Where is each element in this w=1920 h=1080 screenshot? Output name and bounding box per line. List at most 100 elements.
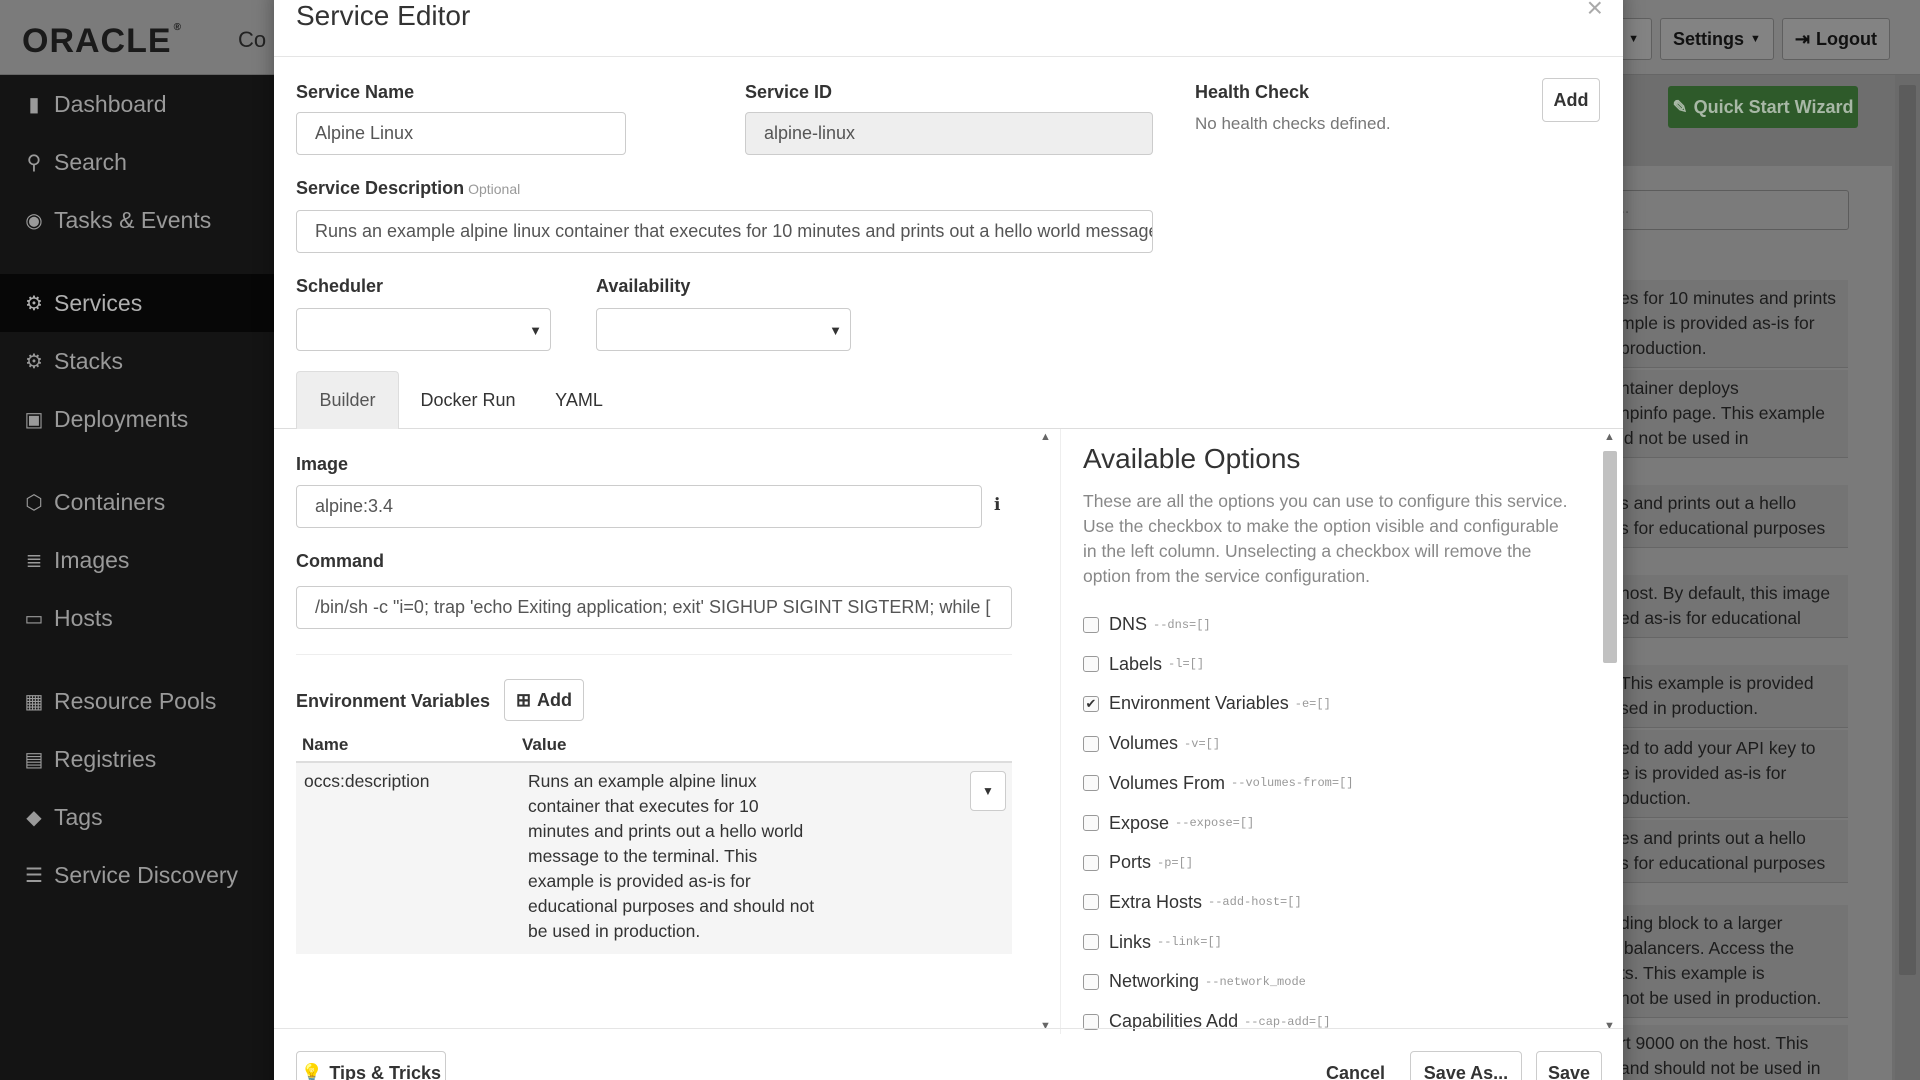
scroll-up-icon[interactable]: ▲ [1040, 431, 1051, 443]
service-card[interactable]: rt 9000 on the host. This and should not… [1608, 1025, 1848, 1080]
option-volumes[interactable]: Volumes -v=[] [1083, 733, 1220, 754]
env-var-name[interactable]: occs:description [296, 769, 528, 944]
available-options-description: These are all the options you can use to… [1083, 491, 1568, 586]
service-card[interactable]: s and prints out a hello s for education… [1608, 485, 1848, 548]
caret-down-icon: ▼ [529, 323, 542, 338]
plus-square-icon: ⊞ [515, 689, 532, 710]
sidebar-item-containers[interactable]: ⬡ Containers [0, 473, 274, 531]
sidebar-item-deployments[interactable]: ▣ Deployments [0, 390, 274, 448]
service-card[interactable]: es for 10 minutes and prints mple is pro… [1608, 280, 1848, 368]
sidebar-item-registries[interactable]: ▤ Registries [0, 730, 274, 788]
checkbox[interactable] [1083, 815, 1099, 831]
availability-label: Availability [596, 276, 691, 296]
option-dns[interactable]: DNS --dns=[] [1083, 614, 1211, 635]
logout-button[interactable]: ⇥ Logout [1781, 18, 1890, 60]
service-card[interactable]: host. By default, this image ed as-is fo… [1608, 575, 1848, 638]
modal-header: Service Editor × [274, 0, 1623, 57]
close-icon[interactable]: × [1587, 0, 1603, 22]
option-expose[interactable]: Expose --expose=[] [1083, 813, 1254, 834]
image-input[interactable]: alpine:3.4 [296, 485, 982, 528]
service-card[interactable]: ntainer deploys hpinfo page. This exampl… [1608, 370, 1848, 458]
tab-yaml[interactable]: YAML [539, 371, 619, 429]
laptop-icon: ▭ [24, 607, 44, 630]
option-label: Ports [1109, 852, 1152, 873]
sidebar-item-resource-pools[interactable]: ▦ Resource Pools [0, 672, 274, 730]
checkbox[interactable] [1083, 616, 1099, 633]
scrollbar-thumb[interactable] [1603, 451, 1617, 663]
sidebar-item-search[interactable]: ⚲ Search [0, 133, 274, 191]
service-card[interactable]: ding block to a larger lbalancers. Acces… [1608, 905, 1848, 1018]
option-flag: --expose=[] [1175, 816, 1255, 830]
checkbox[interactable] [1083, 973, 1099, 990]
tab-builder[interactable]: Builder [296, 371, 399, 429]
wand-icon: ✎ [1672, 96, 1688, 117]
oracle-logo: ORACLE ® [22, 22, 182, 60]
sidebar-item-service-discovery[interactable]: ☰ Service Discovery [0, 846, 274, 904]
add-env-var-button[interactable]: ⊞ Add [504, 679, 584, 721]
checkbox[interactable] [1083, 854, 1099, 871]
tab-docker-run[interactable]: Docker Run [405, 371, 531, 429]
scroll-up-icon[interactable]: ▲ [1604, 431, 1615, 443]
target-icon: ◉ [25, 209, 43, 232]
option-labels[interactable]: Labels -l=[] [1083, 654, 1204, 675]
checkbox[interactable] [1083, 775, 1099, 792]
scheduler-select[interactable]: ▼ [296, 308, 551, 351]
sidebar-item-images[interactable]: ≣ Images [0, 531, 274, 589]
option-flag: --volumes-from=[] [1231, 776, 1354, 791]
row-actions-dropdown[interactable]: ▼ [970, 771, 1006, 811]
service-card[interactable]: ed to add your API key to e is provided … [1608, 730, 1848, 818]
sidebar-item-label: Tasks & Events [54, 206, 212, 233]
service-card[interactable]: This example is provided sed in producti… [1608, 665, 1848, 728]
availability-select[interactable]: ▼ [596, 308, 851, 351]
sidebar-item-services[interactable]: ⚙ Services [0, 274, 274, 332]
checkbox[interactable] [1083, 894, 1099, 911]
env-var-value[interactable]: Runs an example alpine linux container t… [528, 769, 818, 944]
checkbox[interactable] [1083, 656, 1099, 673]
options-scrollbar[interactable]: ▲ ▼ [1600, 429, 1620, 1034]
option-links[interactable]: Links --link=[] [1083, 932, 1222, 953]
settings-menu-button[interactable]: Settings ▼ [1660, 18, 1774, 60]
service-description-input[interactable]: Runs an example alpine linux container t… [296, 210, 1153, 253]
option-flag: -p=[] [1157, 855, 1194, 870]
grid-icon: ▦ [24, 690, 44, 713]
service-description-label: Service Description Optional [296, 178, 521, 198]
sidebar-item-hosts[interactable]: ▭ Hosts [0, 589, 274, 647]
cancel-button[interactable]: Cancel [1326, 1063, 1385, 1080]
option-flag: -e=[] [1294, 696, 1331, 711]
tips-and-tricks-button[interactable]: 💡 Tips & Tricks [296, 1051, 446, 1080]
option-flag: -l=[] [1168, 657, 1205, 672]
page-scrollbar[interactable] [1895, 75, 1920, 1080]
table-header: Name Value [296, 729, 1012, 763]
service-name-input[interactable]: Alpine Linux [296, 112, 626, 155]
quick-start-wizard-button[interactable]: ✎ Quick Start Wizard [1668, 86, 1858, 128]
checkbox[interactable] [1083, 934, 1099, 951]
info-icon[interactable]: ℹ [994, 495, 1000, 515]
service-id-label: Service ID [745, 82, 833, 102]
option-ports[interactable]: Ports -p=[] [1083, 852, 1193, 873]
command-input[interactable]: /bin/sh -c "i=0; trap 'echo Exiting appl… [296, 586, 1012, 629]
save-as-button[interactable]: Save As... [1410, 1051, 1522, 1080]
tag-icon: ◆ [26, 806, 42, 829]
sidebar-item-tags[interactable]: ◆ Tags [0, 788, 274, 846]
sidebar-item-tasks-events[interactable]: ◉ Tasks & Events [0, 191, 274, 249]
option-networking[interactable]: Networking --network_mode [1083, 971, 1306, 992]
option-volumes-from[interactable]: Volumes From --volumes-from=[] [1083, 773, 1353, 794]
modal-footer: 💡 Tips & Tricks Cancel Save As... Save [274, 1028, 1623, 1080]
option-extra-hosts[interactable]: Extra Hosts --add-host=[] [1083, 892, 1302, 913]
option-flag: --dns=[] [1153, 617, 1211, 632]
service-id-input[interactable]: alpine-linux [745, 112, 1153, 155]
sidebar-item-stacks[interactable]: ⚙ Stacks [0, 332, 274, 390]
option-environment-variables[interactable]: ✔ Environment Variables -e=[] [1083, 693, 1331, 714]
logout-icon: ⇥ [1794, 28, 1811, 49]
table-row: occs:description Runs an example alpine … [296, 763, 1012, 954]
save-button[interactable]: Save [1536, 1051, 1602, 1080]
checkbox[interactable] [1083, 735, 1099, 752]
checkbox-checked[interactable]: ✔ [1083, 695, 1099, 712]
builder-scrollbar[interactable]: ▲ ▼ [1036, 429, 1056, 1034]
service-search-input[interactable]: ... [1605, 190, 1849, 230]
search-icon: ⚲ [26, 151, 42, 174]
option-label: Extra Hosts [1109, 891, 1203, 912]
sidebar-item-dashboard[interactable]: ▮ Dashboard [0, 75, 274, 133]
service-card[interactable]: es and prints out a hello s for educatio… [1608, 820, 1848, 883]
add-health-check-button[interactable]: Add [1542, 78, 1600, 122]
